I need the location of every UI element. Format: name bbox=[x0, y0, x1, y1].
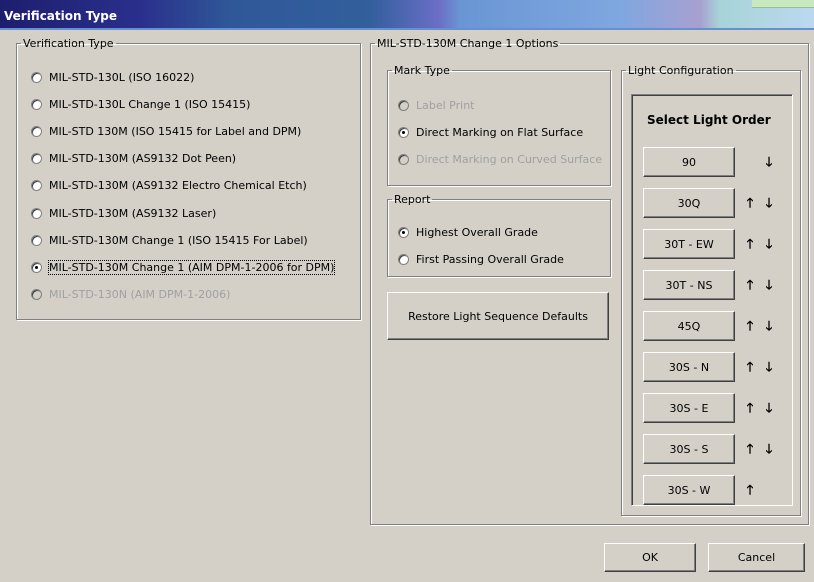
mark-type-radio-label: Direct Marking on Curved Surface bbox=[416, 153, 603, 166]
arrow-down-icon[interactable]: 🡓 bbox=[761, 399, 777, 417]
light-button-label: 30S - S bbox=[669, 442, 709, 456]
radio-indicator bbox=[31, 234, 42, 246]
mark-type-radio-2: Direct Marking on Curved Surface bbox=[398, 153, 602, 166]
light-button-label: 30S - E bbox=[669, 401, 709, 415]
report-radio-label: First Passing Overall Grade bbox=[416, 253, 564, 266]
verification-type-radio-8: MIL-STD-130N (AIM DPM-1-2006) bbox=[31, 288, 230, 301]
arrow-up-icon[interactable]: 🡑 bbox=[742, 194, 758, 212]
light-button-1[interactable]: 30Q bbox=[643, 188, 735, 218]
restore-light-sequence-defaults-button[interactable]: Restore Light Sequence Defaults bbox=[387, 292, 609, 340]
title-bar: Verification Type bbox=[0, 0, 814, 30]
verification-type-radio-3[interactable]: MIL-STD-130M (AS9132 Dot Peen) bbox=[31, 152, 236, 165]
arrow-up-icon[interactable]: 🡑 bbox=[742, 481, 758, 499]
verification-type-radio-6[interactable]: MIL-STD-130M Change 1 (ISO 15415 For Lab… bbox=[31, 234, 308, 247]
verification-type-radio-label: MIL-STD-130M (AS9132 Electro Chemical Et… bbox=[49, 179, 307, 193]
verification-type-radio-1[interactable]: MIL-STD-130L Change 1 (ISO 15415) bbox=[31, 98, 250, 111]
report-radio-1[interactable]: First Passing Overall Grade bbox=[398, 253, 564, 266]
light-button-label: 30Q bbox=[677, 196, 701, 210]
radio-indicator bbox=[398, 154, 409, 165]
light-button-label: 30T - EW bbox=[664, 237, 714, 251]
arrow-down-icon[interactable]: 🡓 bbox=[761, 194, 777, 212]
light-button-5[interactable]: 30S - N bbox=[643, 352, 735, 382]
verification-type-radio-label: MIL-STD 130M (ISO 15415 for Label and DP… bbox=[49, 125, 302, 139]
window-title: Verification Type bbox=[4, 9, 118, 23]
arrow-down-icon[interactable]: 🡓 bbox=[761, 358, 777, 376]
ok-button[interactable]: OK bbox=[604, 543, 696, 572]
verification-type-radio-label: MIL-STD-130M (AS9132 Laser) bbox=[49, 206, 217, 220]
light-button-label: 45Q bbox=[677, 319, 701, 333]
mark-type-radio-1[interactable]: Direct Marking on Flat Surface bbox=[398, 126, 583, 139]
light-button-2[interactable]: 30T - EW bbox=[643, 229, 735, 259]
verification-type-radio-4[interactable]: MIL-STD-130M (AS9132 Electro Chemical Et… bbox=[31, 179, 307, 192]
light-button-label: 30S - W bbox=[667, 483, 711, 497]
light-button-label: 90 bbox=[682, 155, 696, 169]
options-group-legend: MIL-STD-130M Change 1 Options bbox=[377, 37, 559, 50]
arrow-down-icon[interactable]: 🡓 bbox=[761, 235, 777, 253]
verification-type-radio-5[interactable]: MIL-STD-130M (AS9132 Laser) bbox=[31, 207, 216, 220]
light-configuration-legend: Light Configuration bbox=[628, 64, 734, 77]
radio-indicator bbox=[31, 288, 42, 300]
arrow-down-icon[interactable]: 🡓 bbox=[761, 153, 777, 171]
light-button-6[interactable]: 30S - E bbox=[643, 393, 735, 423]
arrow-up-icon[interactable]: 🡑 bbox=[742, 317, 758, 335]
mark-type-legend: Mark Type bbox=[394, 64, 450, 77]
verification-type-radio-7[interactable]: MIL-STD-130M Change 1 (AIM DPM-1-2006 fo… bbox=[31, 259, 336, 275]
verification-type-radio-0[interactable]: MIL-STD-130L (ISO 16022) bbox=[31, 71, 194, 84]
restore-button-label: Restore Light Sequence Defaults bbox=[408, 309, 588, 323]
radio-indicator bbox=[31, 72, 42, 83]
report-legend: Report bbox=[394, 193, 431, 206]
verification-type-radio-label: MIL-STD-130N (AIM DPM-1-2006) bbox=[49, 287, 231, 301]
report-radio-0[interactable]: Highest Overall Grade bbox=[398, 226, 538, 239]
verification-type-radio-label: MIL-STD-130M (AS9132 Dot Peen) bbox=[49, 152, 237, 166]
arrow-up-icon[interactable]: 🡑 bbox=[742, 358, 758, 376]
radio-indicator bbox=[31, 207, 42, 219]
radio-indicator bbox=[398, 227, 409, 238]
background-window-fragment bbox=[752, 0, 814, 8]
light-button-3[interactable]: 30T - NS bbox=[643, 270, 735, 300]
radio-indicator bbox=[31, 261, 42, 273]
ok-button-label: OK bbox=[642, 551, 658, 564]
mark-type-radio-label: Direct Marking on Flat Surface bbox=[416, 126, 584, 139]
cancel-button[interactable]: Cancel bbox=[708, 543, 805, 572]
radio-indicator bbox=[31, 180, 42, 192]
light-button-4[interactable]: 45Q bbox=[643, 311, 735, 341]
mark-type-radio-label: Label Print bbox=[416, 99, 475, 112]
light-button-label: 30T - NS bbox=[665, 278, 713, 292]
arrow-up-icon[interactable]: 🡑 bbox=[742, 235, 758, 253]
radio-indicator bbox=[31, 99, 42, 111]
arrow-up-icon[interactable]: 🡑 bbox=[742, 399, 758, 417]
verification-type-radio-label: MIL-STD-130L (ISO 16022) bbox=[49, 71, 195, 84]
verification-type-radio-label: MIL-STD-130M Change 1 (ISO 15415 For Lab… bbox=[49, 233, 308, 247]
mark-type-radio-0: Label Print bbox=[398, 99, 474, 112]
radio-indicator bbox=[398, 127, 409, 138]
light-button-0[interactable]: 90 bbox=[643, 147, 735, 177]
cancel-button-label: Cancel bbox=[737, 551, 776, 564]
radio-indicator bbox=[31, 126, 42, 138]
arrow-down-icon[interactable]: 🡓 bbox=[761, 276, 777, 294]
report-radio-label: Highest Overall Grade bbox=[416, 226, 538, 239]
radio-indicator bbox=[398, 254, 409, 265]
radio-indicator bbox=[31, 153, 42, 165]
verification-type-legend: Verification Type bbox=[23, 37, 114, 50]
light-button-7[interactable]: 30S - S bbox=[643, 434, 735, 464]
arrow-down-icon[interactable]: 🡓 bbox=[761, 440, 777, 458]
light-button-8[interactable]: 30S - W bbox=[643, 475, 735, 505]
select-light-order-heading: Select Light Order bbox=[647, 113, 771, 127]
arrow-up-icon[interactable]: 🡑 bbox=[742, 276, 758, 294]
verification-type-radio-label: MIL-STD-130L Change 1 (ISO 15415) bbox=[49, 98, 251, 112]
mark-type-group: Mark Type bbox=[387, 64, 611, 186]
radio-indicator bbox=[398, 100, 409, 111]
light-button-label: 30S - N bbox=[668, 360, 710, 374]
title-bar-edge bbox=[0, 28, 814, 30]
arrow-up-icon[interactable]: 🡑 bbox=[742, 440, 758, 458]
verification-type-radio-2[interactable]: MIL-STD 130M (ISO 15415 for Label and DP… bbox=[31, 125, 301, 138]
verification-type-radio-label: MIL-STD-130M Change 1 (AIM DPM-1-2006 fo… bbox=[47, 259, 336, 275]
arrow-down-icon[interactable]: 🡓 bbox=[761, 317, 777, 335]
